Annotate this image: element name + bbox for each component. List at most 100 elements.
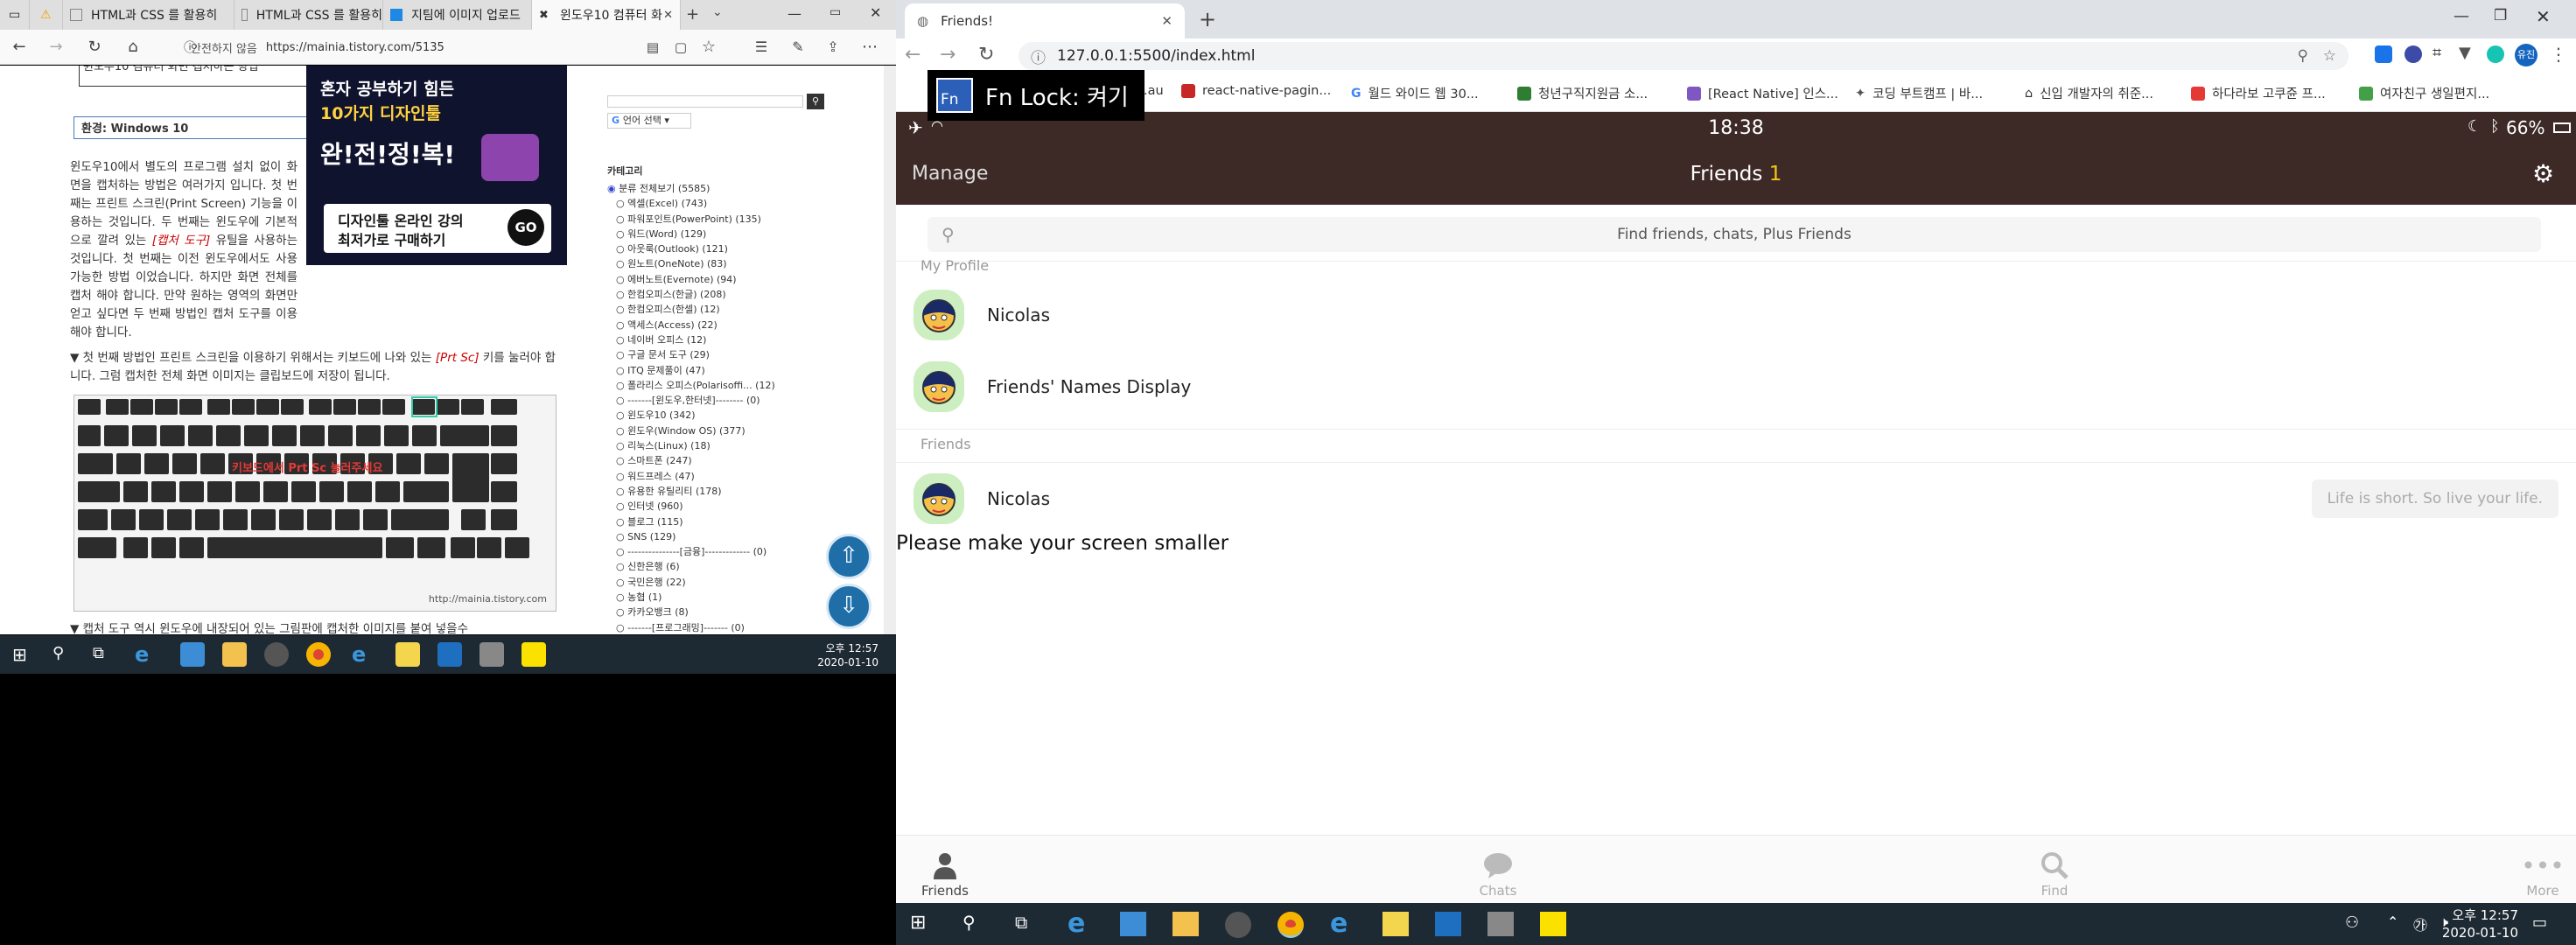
ime-icon[interactable]: ㉮ [2413,914,2427,934]
edge-taskbar-icon[interactable]: e [1068,908,1085,939]
ie-taskbar-icon[interactable]: e [352,642,376,667]
tab-friends-nav[interactable]: Friends [896,848,998,899]
bookmark-star-icon[interactable]: ☆ [2323,47,2336,65]
bookmark-item[interactable]: react-native-pagin... [1181,84,1331,98]
category-item[interactable]: ○ 인터넷 (960) [607,499,836,514]
favorite-star-icon[interactable]: ☆ [698,37,719,58]
extension-icon[interactable] [2375,46,2392,63]
category-item[interactable]: ○ 액세스(Access) (22) [607,318,836,332]
minimize-button[interactable]: — [2454,7,2469,25]
warning-tab-icon[interactable]: ⚠ [30,0,63,30]
language-select[interactable]: G 언어 선택 ▾ [607,113,691,129]
bookmark-item[interactable]: ✦ 코딩 부트캠프 | 바... [1855,84,1983,102]
minimize-button[interactable]: — [788,5,802,22]
extension-icon[interactable]: ▼ [2459,44,2471,62]
category-item[interactable]: ○ 한컴오피스(한글) (208) [607,287,836,302]
chrome-taskbar-icon[interactable] [306,642,331,667]
reading-view-icon[interactable]: ▤ [642,37,663,58]
tab-2[interactable]: HTML과 CSS 를 활용히 [234,0,383,30]
category-item[interactable]: ○ 한컴오피스(한셀) (12) [607,302,836,317]
sticky-notes-taskbar-icon[interactable] [396,642,420,667]
taskbar-clock[interactable]: 오후 12:57 2020-01-10 [2442,906,2518,942]
zoom-icon[interactable]: ⚲ [2298,47,2308,65]
tab-more-nav[interactable]: ••• More [2490,848,2576,900]
close-tab-icon[interactable]: ✕ [663,9,673,22]
category-item[interactable]: ○ 신한은행 (6) [607,559,836,574]
share-icon[interactable]: ⇪ [822,37,844,58]
tab-1[interactable]: HTML과 CSS 를 활용히 [63,0,234,30]
sticky-notes-taskbar-icon[interactable] [1382,912,1409,936]
search-input[interactable]: ⚲ Find friends, chats, Plus Friends [928,217,2541,252]
chrome-taskbar-icon[interactable] [1278,912,1304,938]
app-taskbar-icon[interactable] [480,642,504,667]
category-item[interactable]: ○ -------[프로그래밍]------- (0) [607,620,836,634]
taskbar-clock[interactable]: 오후 12:57 2020-01-10 [817,641,878,669]
search-icon[interactable]: ⚲ [962,912,976,933]
ie-taskbar-icon[interactable]: e [1330,908,1348,939]
bookmark-item[interactable]: G 월드 와이드 웹 30... [1351,84,1479,102]
new-tab-button[interactable]: + [686,5,699,24]
category-item[interactable]: ◉ 분류 전체보기 (5585) [607,181,836,196]
bookmark-item[interactable]: 청년구직지원금 소... [1517,84,1648,102]
close-window-button[interactable]: ✕ [870,4,881,21]
extension-icon[interactable] [2487,46,2504,63]
profile-item[interactable]: Nicolas [914,284,1050,346]
app-taskbar-icon[interactable] [1225,912,1251,938]
profile-item[interactable]: Friends' Names Display [914,355,1191,418]
refresh-icon[interactable]: ↻ [84,37,105,58]
maximize-button[interactable]: ▭ [830,5,841,19]
explorer-taskbar-icon[interactable] [222,642,247,667]
task-view-icon[interactable]: ⧉ [93,644,104,662]
profile-avatar[interactable]: 유진 [2515,44,2538,66]
category-item[interactable]: ○ 리눅스(Linux) (18) [607,438,836,453]
reading-list-icon[interactable]: ✎ [788,37,808,58]
extension-icon[interactable] [2404,46,2422,63]
friend-item[interactable]: Nicolas [914,467,1050,530]
close-tab-icon[interactable]: ✕ [1161,13,1172,29]
scroll-down-button[interactable]: ⇩ [826,584,872,629]
close-window-button[interactable]: ✕ [2536,6,2551,27]
kakaotalk-taskbar-icon[interactable] [522,642,546,667]
category-item[interactable]: ○ 구글 문서 도구 (29) [607,347,836,362]
category-item[interactable]: ○ -------[윈도우,한터넷]-------- (0) [607,393,836,408]
url-field[interactable]: ⓘ 안전하지 않음 https://mainia.tistory.com/513… [172,35,626,60]
category-item[interactable]: ○ 엑셀(Excel) (743) [607,196,836,211]
tab-actions-icon[interactable]: ▭ [0,0,30,30]
more-menu-icon[interactable]: ⋯ [859,37,880,58]
sidebar-search-input[interactable] [607,95,803,108]
scroll-up-button[interactable]: ⇧ [826,534,872,579]
new-tab-button[interactable]: + [1199,7,1216,32]
home-icon[interactable]: ⌂ [122,37,144,58]
vscode-taskbar-icon[interactable] [1435,912,1461,936]
store-taskbar-icon[interactable] [180,642,205,667]
category-item[interactable]: ○ 에버노트(Evernote) (94) [607,272,836,287]
category-item[interactable]: ○ 국민은행 (22) [607,575,836,590]
tabs-aside-icon[interactable]: ▢ [670,37,691,58]
bookmark-item[interactable]: 여자친구 생일편지... [2359,84,2489,102]
category-item[interactable]: ○ 워드프레스 (47) [607,469,836,484]
category-item[interactable]: ○ 유용한 유틸리티 (178) [607,484,836,499]
category-item[interactable]: ○ 카카오뱅크 (8) [607,605,836,620]
category-item[interactable]: ○ 농협 (1) [607,590,836,605]
forward-icon[interactable]: → [940,44,956,66]
forward-icon[interactable]: → [46,37,66,58]
url-field[interactable]: ⓘ 127.0.0.1:5500/index.html ⚲ ☆ [1018,42,2348,70]
maximize-button[interactable]: ❐ [2494,7,2507,24]
search-icon[interactable]: ⚲ [52,644,64,662]
category-item[interactable]: ○ 원노트(OneNote) (83) [607,256,836,271]
bookmark-item[interactable]: 하다라보 고쿠쥰 프... [2191,84,2326,102]
app-taskbar-icon[interactable] [264,642,289,667]
gear-icon[interactable]: ⚙ [2532,159,2554,188]
chevron-up-icon[interactable]: ⌃ [2387,914,2398,930]
explorer-taskbar-icon[interactable] [1172,912,1199,936]
kakaotalk-taskbar-icon[interactable] [1540,912,1566,936]
app-taskbar-icon[interactable] [1488,912,1514,936]
ad-go-button[interactable]: GO [508,209,544,246]
category-item[interactable]: ○ 윈도우(Window OS) (377) [607,424,836,438]
back-icon[interactable]: ← [9,37,30,58]
category-item[interactable]: ○ 아웃룩(Outlook) (121) [607,242,836,256]
notification-icon[interactable]: ▭ [2532,914,2547,932]
windows-start-icon[interactable]: ⊞ [910,912,926,934]
task-view-icon[interactable]: ⧉ [1015,912,1027,933]
category-item[interactable]: ○ 파워포인트(PowerPoint) (135) [607,212,836,227]
